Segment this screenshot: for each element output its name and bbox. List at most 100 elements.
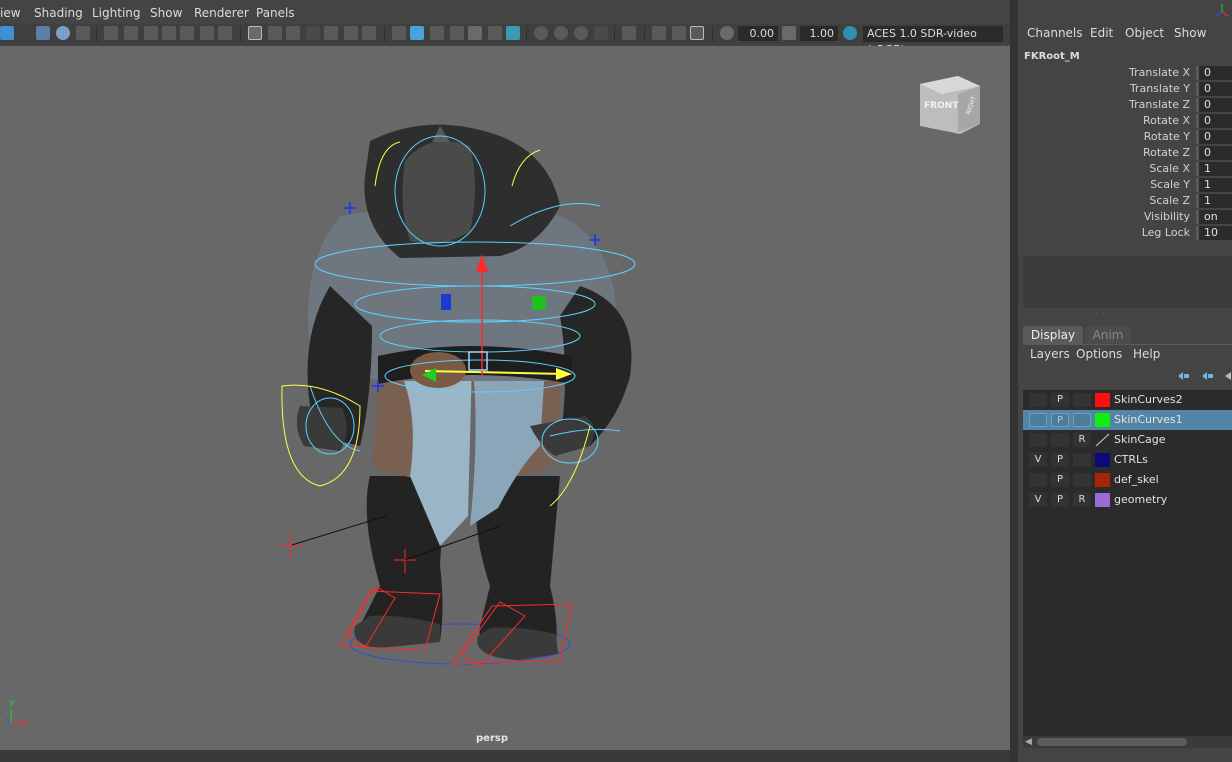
gamma-field[interactable]: 1.00 <box>800 26 838 41</box>
layer-name[interactable]: def_skel <box>1114 473 1159 486</box>
layer-reference-toggle[interactable]: R <box>1073 433 1091 447</box>
channel-label[interactable]: Scale Z <box>1149 194 1190 207</box>
channel-label[interactable]: Rotate X <box>1143 114 1190 127</box>
menu-edit[interactable]: Edit <box>1090 26 1113 40</box>
layer-reference-toggle[interactable] <box>1073 393 1091 407</box>
copy-view-icon[interactable] <box>672 26 686 40</box>
layer-name[interactable]: SkinCurves2 <box>1114 393 1183 406</box>
film-gate-icon[interactable] <box>268 26 282 40</box>
layer-playback-toggle[interactable] <box>1051 433 1069 447</box>
bookmark-pin-icon[interactable] <box>162 26 176 40</box>
field-chart-icon[interactable] <box>324 26 338 40</box>
channel-value[interactable]: 1 <box>1196 162 1232 176</box>
panel-splitter[interactable]: · · · · · · · · · · · · · · · <box>1018 310 1232 318</box>
layer-row[interactable]: V P R geometry <box>1023 490 1232 510</box>
hud-icon[interactable] <box>652 26 666 40</box>
channel-value[interactable]: 0 <box>1196 66 1232 80</box>
xray-active-icon[interactable] <box>574 26 588 40</box>
panel-divider[interactable] <box>1010 0 1018 762</box>
channel-value[interactable]: on <box>1196 210 1232 224</box>
menu-help[interactable]: Help <box>1133 347 1160 361</box>
no-color-slash-icon[interactable] <box>1095 433 1110 447</box>
channel-rotate-x[interactable]: Rotate X 0 <box>1018 113 1232 129</box>
layer-visibility-toggle[interactable] <box>1029 413 1047 427</box>
menu-show[interactable]: Show <box>150 6 182 20</box>
exposure-icon[interactable] <box>720 26 734 40</box>
grid-icon[interactable] <box>248 26 262 40</box>
move-tool-icon[interactable] <box>200 26 214 40</box>
xray-icon[interactable] <box>534 26 548 40</box>
xray-joints-icon[interactable] <box>554 26 568 40</box>
menu-channels[interactable]: Channels <box>1027 26 1083 40</box>
layer-visibility-toggle[interactable]: V <box>1029 453 1047 467</box>
layer-name[interactable]: SkinCurves1 <box>1114 413 1183 426</box>
layer-visibility-toggle[interactable]: V <box>1029 493 1047 507</box>
layer-color-swatch[interactable] <box>1095 393 1110 407</box>
channel-value[interactable]: 0 <box>1196 146 1232 160</box>
channel-scale-x[interactable]: Scale X 1 <box>1018 161 1232 177</box>
2d-pan-icon[interactable] <box>104 26 118 40</box>
resolution-gate-icon[interactable] <box>286 26 300 40</box>
channel-translate-z[interactable]: Translate Z 0 <box>1018 97 1232 113</box>
gate-mask-icon[interactable] <box>306 26 320 40</box>
channel-scale-y[interactable]: Scale Y 1 <box>1018 177 1232 193</box>
layer-playback-toggle[interactable]: P <box>1051 393 1069 407</box>
pencil-icon[interactable] <box>218 26 232 40</box>
channel-rotate-y[interactable]: Rotate Y 0 <box>1018 129 1232 145</box>
layer-row[interactable]: P SkinCurves1 <box>1023 410 1232 430</box>
channel-leg-lock[interactable]: Leg Lock 10 <box>1018 225 1232 241</box>
wireframe-icon[interactable] <box>392 26 406 40</box>
safe-action-icon[interactable] <box>344 26 358 40</box>
channel-value[interactable]: 1 <box>1196 178 1232 192</box>
horizontal-scrollbar[interactable]: ◀ <box>1023 736 1232 748</box>
textured-icon[interactable] <box>450 26 464 40</box>
layer-row[interactable]: V P CTRLs <box>1023 450 1232 470</box>
channel-value[interactable]: 10 <box>1196 226 1232 240</box>
channel-visibility[interactable]: Visibility on <box>1018 209 1232 225</box>
3d-viewport[interactable]: FRONT RIGHT y x <box>0 46 1010 750</box>
wireframe-on-shaded-icon[interactable] <box>430 26 444 40</box>
channel-value[interactable]: 0 <box>1196 98 1232 112</box>
ambient-occlusion-icon[interactable] <box>506 26 520 40</box>
channel-value[interactable]: 0 <box>1196 130 1232 144</box>
menu-layers[interactable]: Layers <box>1030 347 1070 361</box>
channel-value[interactable]: 1 <box>1196 194 1232 208</box>
layer-visibility-toggle[interactable] <box>1029 473 1047 487</box>
camera-attributes-icon[interactable] <box>36 26 50 40</box>
snap-icon[interactable] <box>180 26 194 40</box>
view-transform-dropdown[interactable]: ACES 1.0 SDR-video (sRGB) <box>863 26 1003 56</box>
layer-row[interactable]: P SkinCurves2 <box>1023 390 1232 410</box>
layer-playback-toggle[interactable]: P <box>1051 413 1069 427</box>
layer-color-swatch[interactable] <box>1095 453 1110 467</box>
select-icon[interactable] <box>622 26 636 40</box>
channel-label[interactable]: Scale X <box>1149 162 1190 175</box>
scrollbar-thumb[interactable] <box>1037 738 1187 746</box>
menu-renderer[interactable]: Renderer <box>194 6 249 20</box>
layer-visibility-toggle[interactable] <box>1029 433 1047 447</box>
channel-label[interactable]: Rotate Y <box>1144 130 1190 143</box>
color-management-icon[interactable] <box>843 26 857 40</box>
shadows-icon[interactable] <box>488 26 502 40</box>
channel-label[interactable]: Scale Y <box>1150 178 1190 191</box>
menu-object[interactable]: Object <box>1125 26 1164 40</box>
layer-reference-toggle[interactable] <box>1073 473 1091 487</box>
layer-name[interactable]: CTRLs <box>1114 453 1148 466</box>
tab-display[interactable]: Display <box>1023 326 1083 344</box>
frame-selection-icon[interactable] <box>690 26 704 40</box>
lighting-icon[interactable] <box>468 26 482 40</box>
layer-row[interactable]: P def_skel <box>1023 470 1232 490</box>
image-plane-icon[interactable] <box>76 26 90 40</box>
channel-label[interactable]: Rotate Z <box>1143 146 1190 159</box>
channel-label[interactable]: Translate Z <box>1129 98 1190 111</box>
move-layer-up-icon[interactable] <box>1176 371 1190 381</box>
move-layer-down-icon[interactable] <box>1200 371 1214 381</box>
layer-playback-toggle[interactable]: P <box>1051 473 1069 487</box>
safe-title-icon[interactable] <box>362 26 376 40</box>
channel-value[interactable]: 0 <box>1196 82 1232 96</box>
channel-translate-y[interactable]: Translate Y 0 <box>1018 81 1232 97</box>
gamma-icon[interactable] <box>782 26 796 40</box>
selected-object-name[interactable]: FKRoot_M <box>1024 51 1080 62</box>
channel-label[interactable]: Translate Y <box>1130 82 1190 95</box>
isolate-select-icon[interactable] <box>594 26 608 40</box>
smooth-shade-icon[interactable] <box>410 26 424 40</box>
